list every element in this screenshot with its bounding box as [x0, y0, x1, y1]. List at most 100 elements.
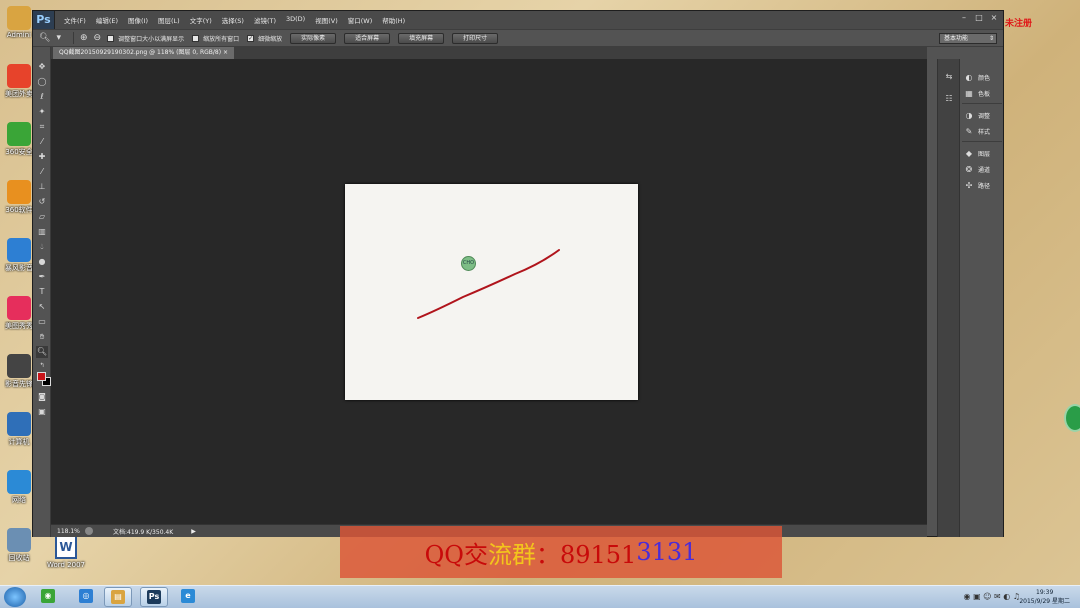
workspace-select[interactable]: 基本功能 ⇕ — [939, 33, 997, 44]
desktop-shortcut[interactable]: 暴风影音 — [4, 238, 34, 273]
taskbar-app-icon: ◎ — [79, 589, 93, 603]
type-tool-icon[interactable]: T — [36, 286, 48, 298]
tool-preset-arrow-icon[interactable]: ▾ — [56, 33, 61, 43]
print-size-button[interactable]: 打印尺寸 — [452, 32, 499, 44]
actual-pixels-button[interactable]: 实际像素 — [290, 32, 337, 44]
menu-item[interactable]: 滤镜(T) — [249, 15, 281, 25]
word-desktop-icon[interactable]: W Word 2007 — [46, 535, 86, 569]
desktop-shortcut[interactable]: 360安全 — [4, 122, 34, 157]
lasso-tool-icon[interactable]: ℓ — [36, 91, 48, 103]
status-info-icon[interactable] — [85, 527, 93, 535]
canvas-workspace[interactable]: CHO — [51, 59, 927, 524]
zoom-tool-icon[interactable]: 🔍︎ — [39, 33, 50, 43]
panel-tab[interactable]: ◑ 调整 — [964, 109, 991, 121]
menu-item[interactable]: 选择(S) — [217, 15, 249, 25]
zoom-in-icon[interactable]: ⊕ — [80, 33, 88, 43]
start-button[interactable] — [4, 587, 26, 607]
panel-tab[interactable]: ◐ 颜色 — [964, 71, 991, 83]
panel-tab[interactable]: ▦ 色板 — [964, 87, 990, 99]
blur-tool-icon[interactable]: 💧︎ — [36, 241, 48, 253]
zoom-all-windows-checkbox[interactable]: 缩放所有窗口 — [192, 34, 239, 43]
panel-label: 颜色 — [978, 74, 991, 82]
foreground-color-swatch[interactable] — [37, 372, 46, 381]
taskbar-app-button[interactable]: Ps — [140, 587, 168, 607]
zoom-out-icon[interactable]: ⊖ — [94, 33, 102, 43]
clock-date: 2015/9/29 星期二 — [1019, 598, 1070, 605]
taskbar-app-button[interactable]: ◉ — [34, 587, 62, 607]
fill-screen-button[interactable]: 填充屏幕 — [398, 32, 445, 44]
eyedropper-tool-icon[interactable]: ⁄ — [36, 136, 48, 148]
marquee-tool-icon[interactable]: ◯ — [36, 76, 48, 88]
clock[interactable]: 19:39 2015/9/29 星期二 — [1019, 588, 1070, 606]
close-icon[interactable]: × — [989, 13, 999, 22]
gradient-tool-icon[interactable]: ▥ — [36, 226, 48, 238]
hand-tool-icon[interactable]: ✋︎ — [36, 331, 48, 343]
app-icon — [7, 470, 31, 494]
photoshop-window: Ps 文件(F) 编辑(E) 图像(I) 图层(L) 文字(Y) 选择(S) 滤镜(T) 3D… — [32, 10, 1004, 537]
taskbar-app-button[interactable]: ▤ — [104, 587, 132, 607]
desktop-shortcut[interactable]: 美团外卖 — [4, 64, 34, 99]
healing-tool-icon[interactable]: ✚ — [36, 151, 48, 163]
zoom-tool-icon[interactable]: 🔍︎ — [36, 346, 48, 358]
panel-tab[interactable]: ✎ 样式 — [964, 125, 990, 137]
menu-item[interactable]: 帮助(H) — [377, 15, 410, 25]
desktop-shortcut[interactable]: Admini — [4, 6, 34, 39]
shape-tool-icon[interactable]: ▭ — [36, 316, 48, 328]
menu-item[interactable]: 图层(L) — [153, 15, 185, 25]
menu-item[interactable]: 视图(V) — [310, 15, 343, 25]
checkbox-box-checked[interactable]: ✓ — [247, 34, 255, 42]
resize-windows-checkbox[interactable]: 调整窗口大小以满屏显示 — [107, 34, 184, 43]
crop-tool-icon[interactable]: ⌗ — [36, 121, 48, 133]
brush-tool-icon[interactable]: ⁄ — [36, 166, 48, 178]
swap-colors-icon[interactable]: ↰ — [36, 360, 48, 372]
menu-item[interactable]: 3D(D) — [281, 15, 310, 25]
panel-label: 样式 — [978, 128, 991, 136]
quick-mask-icon[interactable]: ◙ — [36, 391, 48, 403]
taskbar-app-button[interactable]: ◎ — [72, 587, 100, 607]
floating-assistant-icon[interactable] — [1064, 404, 1080, 432]
move-tool-icon[interactable]: ✥ — [36, 61, 48, 73]
desktop-shortcut[interactable]: 美图秀秀 — [4, 296, 34, 331]
desktop-icon-column: Admini 美团外卖 360安全 360软件暴风影音美图秀秀影音先锋计算机网络回收站 — [0, 0, 34, 590]
pen-tool-icon[interactable]: ✒ — [36, 271, 48, 283]
zoom-level[interactable]: 118.1% — [51, 528, 85, 535]
menu-item[interactable]: 文字(Y) — [185, 15, 217, 25]
eraser-tool-icon[interactable]: ▱ — [36, 211, 48, 223]
menu-item[interactable]: 窗口(W) — [343, 15, 378, 25]
taskbar-app-button[interactable]: e — [174, 587, 202, 607]
desktop-shortcut[interactable]: 360软件 — [4, 180, 34, 215]
document-tab[interactable]: QQ截图20150929190302.png @ 118% (图层 0, RGB… — [53, 47, 235, 59]
desktop-shortcut[interactable]: 回收站 — [4, 528, 34, 563]
taskbar-app-icon: Ps — [147, 590, 161, 604]
menu-item[interactable]: 编辑(E) — [91, 15, 123, 25]
history-brush-tool-icon[interactable]: ↺ — [36, 196, 48, 208]
screen-mode-icon[interactable]: ▣ — [36, 406, 48, 418]
path-select-tool-icon[interactable]: ↖ — [36, 301, 48, 313]
panel-tab[interactable]: ❂ 通道 — [964, 163, 990, 175]
desktop-shortcut[interactable]: 计算机 — [4, 412, 34, 447]
menu-bar: Ps 文件(F) 编辑(E) 图像(I) 图层(L) 文字(Y) 选择(S) 滤镜(T) 3D… — [33, 11, 1003, 29]
app-icon — [7, 354, 31, 378]
checkbox-box[interactable] — [107, 34, 115, 42]
maximize-icon[interactable]: □ — [974, 13, 984, 22]
stamp-tool-icon[interactable]: ⊥ — [36, 181, 48, 193]
minimize-icon[interactable]: – — [959, 13, 969, 22]
menu-item[interactable]: 图像(I) — [123, 15, 153, 25]
desktop-shortcut[interactable]: 影音先锋 — [4, 354, 34, 389]
panel-tab[interactable]: ✣ 路径 — [964, 179, 990, 191]
history-panel-icon[interactable]: ⇆ — [943, 71, 955, 83]
menu-item[interactable]: 文件(F) — [59, 15, 91, 25]
desktop-shortcut[interactable]: 网络 — [4, 470, 34, 505]
dodge-tool-icon[interactable]: ● — [36, 256, 48, 268]
panel-tab[interactable]: ◆ 图层 — [964, 147, 990, 159]
quick-select-tool-icon[interactable]: ✦ — [36, 106, 48, 118]
scrubby-zoom-checkbox[interactable]: ✓ 细微缩放 — [247, 34, 282, 43]
properties-panel-icon[interactable]: ☷ — [943, 93, 955, 105]
fit-screen-button[interactable]: 适合屏幕 — [344, 32, 391, 44]
app-icon — [7, 180, 31, 204]
chevron-down-icon: ⇕ — [988, 35, 994, 42]
system-tray[interactable]: ◉ ▣ ☺ ✉ ◐ ♫ — [964, 592, 1020, 601]
document-canvas[interactable]: CHO — [345, 184, 638, 400]
status-menu-arrow-icon[interactable]: ▶ — [191, 528, 196, 535]
checkbox-box[interactable] — [192, 34, 200, 42]
